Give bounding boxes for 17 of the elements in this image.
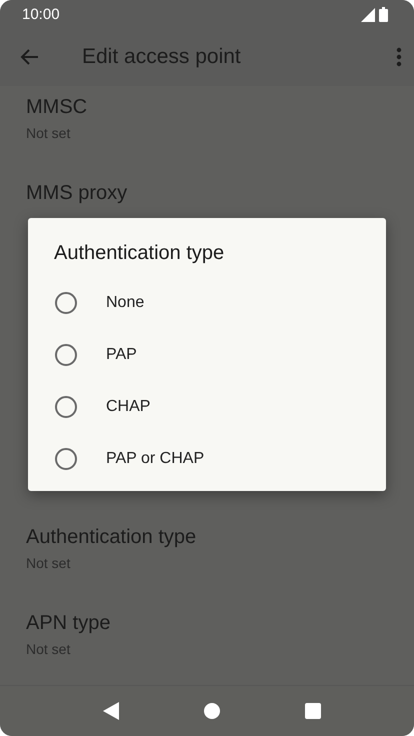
radio-button[interactable] bbox=[55, 448, 77, 470]
battery-icon bbox=[379, 6, 388, 22]
radio-button[interactable] bbox=[55, 292, 77, 314]
dialog-title: Authentication type bbox=[54, 242, 224, 265]
recents-icon[interactable] bbox=[305, 703, 322, 719]
back-icon[interactable] bbox=[102, 702, 119, 720]
option-label[interactable]: PAP or CHAP bbox=[106, 450, 204, 468]
home-icon[interactable] bbox=[204, 703, 220, 719]
signal-icon bbox=[361, 8, 375, 22]
clock: 10:00 bbox=[22, 6, 60, 22]
option-label[interactable]: CHAP bbox=[106, 398, 150, 416]
option-label[interactable]: PAP bbox=[106, 346, 137, 364]
more-options-icon[interactable] bbox=[394, 45, 404, 69]
radio-button[interactable] bbox=[55, 344, 77, 366]
radio-button[interactable] bbox=[55, 396, 77, 418]
option-label[interactable]: None bbox=[106, 294, 144, 312]
screen-title: Edit access point bbox=[82, 45, 242, 69]
